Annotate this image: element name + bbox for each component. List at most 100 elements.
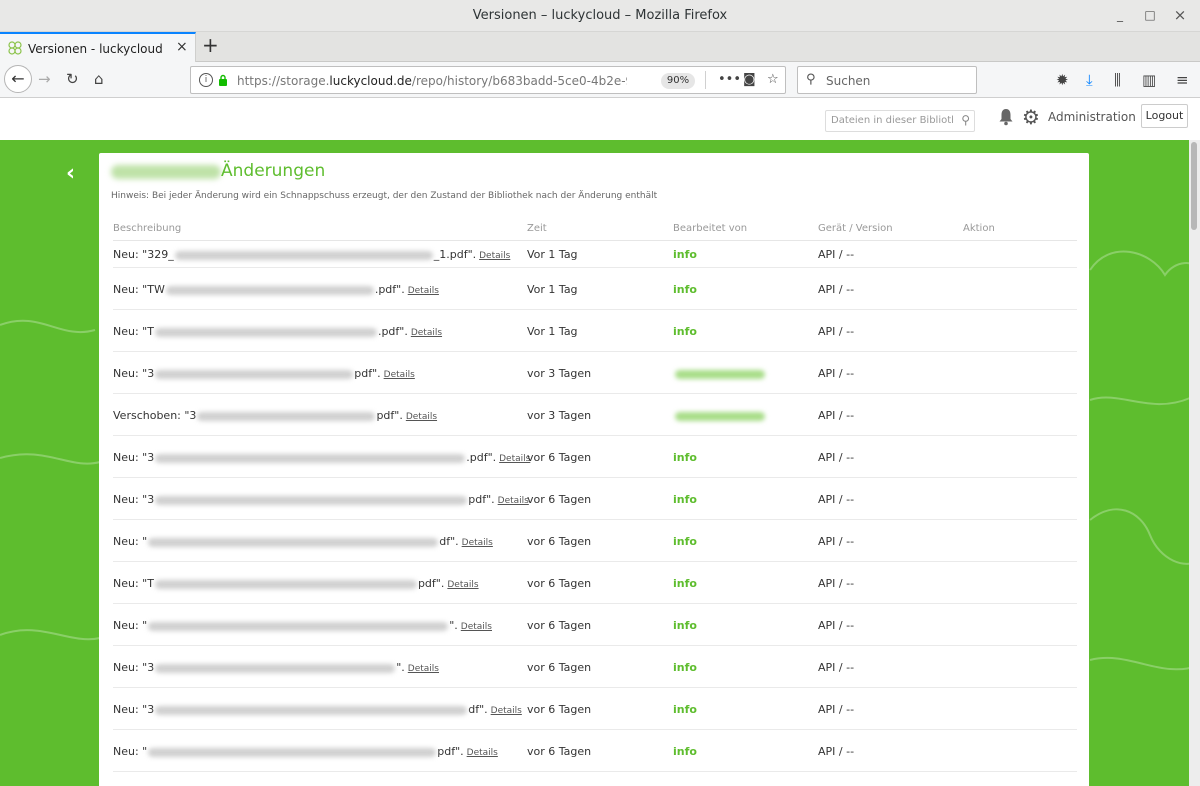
description-prefix: Neu: "T (113, 577, 154, 590)
editor-link[interactable]: info (673, 283, 697, 296)
hamburger-menu-icon[interactable]: ≡ (1176, 71, 1189, 89)
info-icon[interactable]: i (199, 73, 213, 87)
editor-link[interactable]: info (673, 325, 697, 338)
lock-icon (219, 74, 227, 86)
redacted-editor (675, 370, 765, 379)
details-link[interactable]: Details (499, 454, 530, 464)
editor-link[interactable]: info (673, 661, 697, 674)
table-row: Neu: "TW .pdf". Details Vor 1 Tag info API / … (113, 268, 1077, 310)
details-link[interactable]: Details (408, 286, 439, 296)
details-link[interactable]: Details (498, 496, 529, 506)
library-search-icon[interactable]: ⚲ (961, 113, 970, 127)
library-icon[interactable]: ⫼ (1114, 71, 1121, 89)
table-row: Neu: "3 .pdf". Details vor 6 Tagen info API /… (113, 436, 1077, 478)
description-cell: Neu: " df". Details (113, 535, 493, 548)
time-cell: vor 6 Tagen (527, 493, 592, 506)
snapshot-hint: Hinweis: Bei jeder Änderung wird ein Sch… (111, 191, 658, 201)
forward-icon[interactable]: → (38, 70, 51, 88)
extension-gear-icon[interactable]: ✹ (1056, 71, 1069, 89)
redacted-filename (154, 327, 377, 337)
window-titlebar: Versionen – luckycloud – Mozilla Firefox… (0, 0, 1200, 32)
luckycloud-favicon-icon (8, 41, 22, 55)
back-arrow-icon[interactable]: ‹ (66, 162, 75, 186)
logout-button[interactable]: Logout (1141, 104, 1188, 128)
settings-gear-icon[interactable]: ⚙ (1022, 107, 1040, 127)
description-prefix: Neu: "3 (113, 367, 155, 380)
maximize-icon[interactable]: □ (1142, 7, 1158, 23)
bookmark-star-icon[interactable]: ☆ (767, 71, 779, 89)
editor-link[interactable]: info (673, 535, 697, 548)
editor-link[interactable]: info (673, 703, 697, 716)
editor-link[interactable]: info (673, 451, 697, 464)
tab-label: Versionen - luckycloud (28, 42, 163, 56)
column-header-edited-by: Bearbeitet von (673, 223, 748, 234)
editor-link[interactable]: info (673, 619, 697, 632)
downloads-icon[interactable]: ⤓ (1086, 71, 1093, 89)
page-scrollbar[interactable] (1189, 140, 1200, 786)
redacted-filename (155, 705, 468, 715)
description-prefix: Neu: "3 (113, 493, 155, 506)
device-cell: API / -- (818, 661, 855, 674)
description-suffix: pdf". (437, 745, 464, 758)
library-search-input[interactable]: Dateien in dieser Bibliothek ⚲ (825, 110, 975, 132)
details-link[interactable]: Details (462, 538, 493, 548)
tab-close-icon[interactable]: × (176, 39, 188, 55)
details-link[interactable]: Details (411, 328, 442, 338)
description-cell: Neu: "T .pdf". Details (113, 325, 442, 338)
sidebar-icon[interactable]: ▥ (1142, 71, 1156, 89)
device-cell: API / -- (818, 535, 855, 548)
details-link[interactable]: Details (479, 251, 510, 261)
reload-icon[interactable]: ↻ (66, 70, 79, 88)
page-actions-icon[interactable]: ••• (718, 71, 741, 89)
redacted-filename (148, 621, 449, 631)
tab-versionen[interactable]: Versionen - luckycloud × (0, 32, 196, 63)
editor-link[interactable]: info (673, 577, 697, 590)
details-link[interactable]: Details (461, 622, 492, 632)
time-cell: Vor 1 Tag (527, 283, 578, 296)
scrollbar-thumb[interactable] (1191, 142, 1197, 230)
details-link[interactable]: Details (491, 706, 522, 716)
home-icon[interactable]: ⌂ (94, 70, 104, 88)
device-cell: API / -- (818, 493, 855, 506)
new-tab-icon[interactable]: + (202, 34, 219, 56)
details-link[interactable]: Details (467, 748, 498, 758)
window-title: Versionen – luckycloud – Mozilla Firefox (472, 8, 728, 23)
details-link[interactable]: Details (406, 412, 437, 422)
browser-search-bar[interactable]: ⚲ Suchen (797, 66, 977, 94)
description-prefix: Neu: " (113, 745, 148, 758)
details-link[interactable]: Details (408, 664, 439, 674)
table-header: Beschreibung Zeit Bearbeitet von Gerät /… (113, 221, 1077, 241)
table-row: Neu: "329_ _1.pdf". Details Vor 1 Tag info AP… (113, 241, 1077, 268)
window-close-icon[interactable]: × (1172, 7, 1188, 23)
description-suffix: df". (468, 703, 488, 716)
editor-link[interactable]: info (673, 493, 697, 506)
editor-link[interactable]: info (673, 248, 697, 261)
details-link[interactable]: Details (447, 580, 478, 590)
table-row: Neu: " df". Details vor 6 Tagen info API / -- (113, 520, 1077, 562)
notification-bell-icon[interactable] (998, 108, 1014, 126)
editor-link[interactable]: info (673, 745, 697, 758)
redacted-editor (675, 412, 765, 421)
url-bar[interactable]: i https://storage.luckycloud.de/repo/his… (190, 66, 786, 94)
pocket-icon[interactable]: ◙ (743, 71, 756, 89)
minimize-icon[interactable]: _ (1112, 7, 1128, 23)
table-row: Neu: "3 pdf". Details vor 6 Tagen info API / … (113, 478, 1077, 520)
url-text[interactable]: https://storage.luckycloud.de/repo/histo… (237, 74, 627, 88)
back-icon[interactable]: ← (4, 65, 32, 93)
time-cell: vor 6 Tagen (527, 577, 592, 590)
redacted-filename (155, 369, 354, 379)
device-cell: API / -- (818, 577, 855, 590)
administration-link[interactable]: Administration (1048, 110, 1136, 124)
time-cell: vor 6 Tagen (527, 703, 592, 716)
description-cell: Neu: "3 pdf". Details (113, 493, 529, 506)
tab-strip: Versionen - luckycloud × (0, 32, 1200, 63)
device-cell: API / -- (818, 367, 855, 380)
description-cell: Neu: "329_ _1.pdf". Details (113, 248, 510, 261)
zoom-indicator[interactable]: 90% (661, 73, 695, 89)
description-cell: Neu: "3 pdf". Details (113, 367, 415, 380)
redacted-filename (154, 579, 417, 589)
details-link[interactable]: Details (384, 370, 415, 380)
description-prefix: Neu: " (113, 619, 148, 632)
device-cell: API / -- (818, 283, 855, 296)
device-cell: API / -- (818, 451, 855, 464)
